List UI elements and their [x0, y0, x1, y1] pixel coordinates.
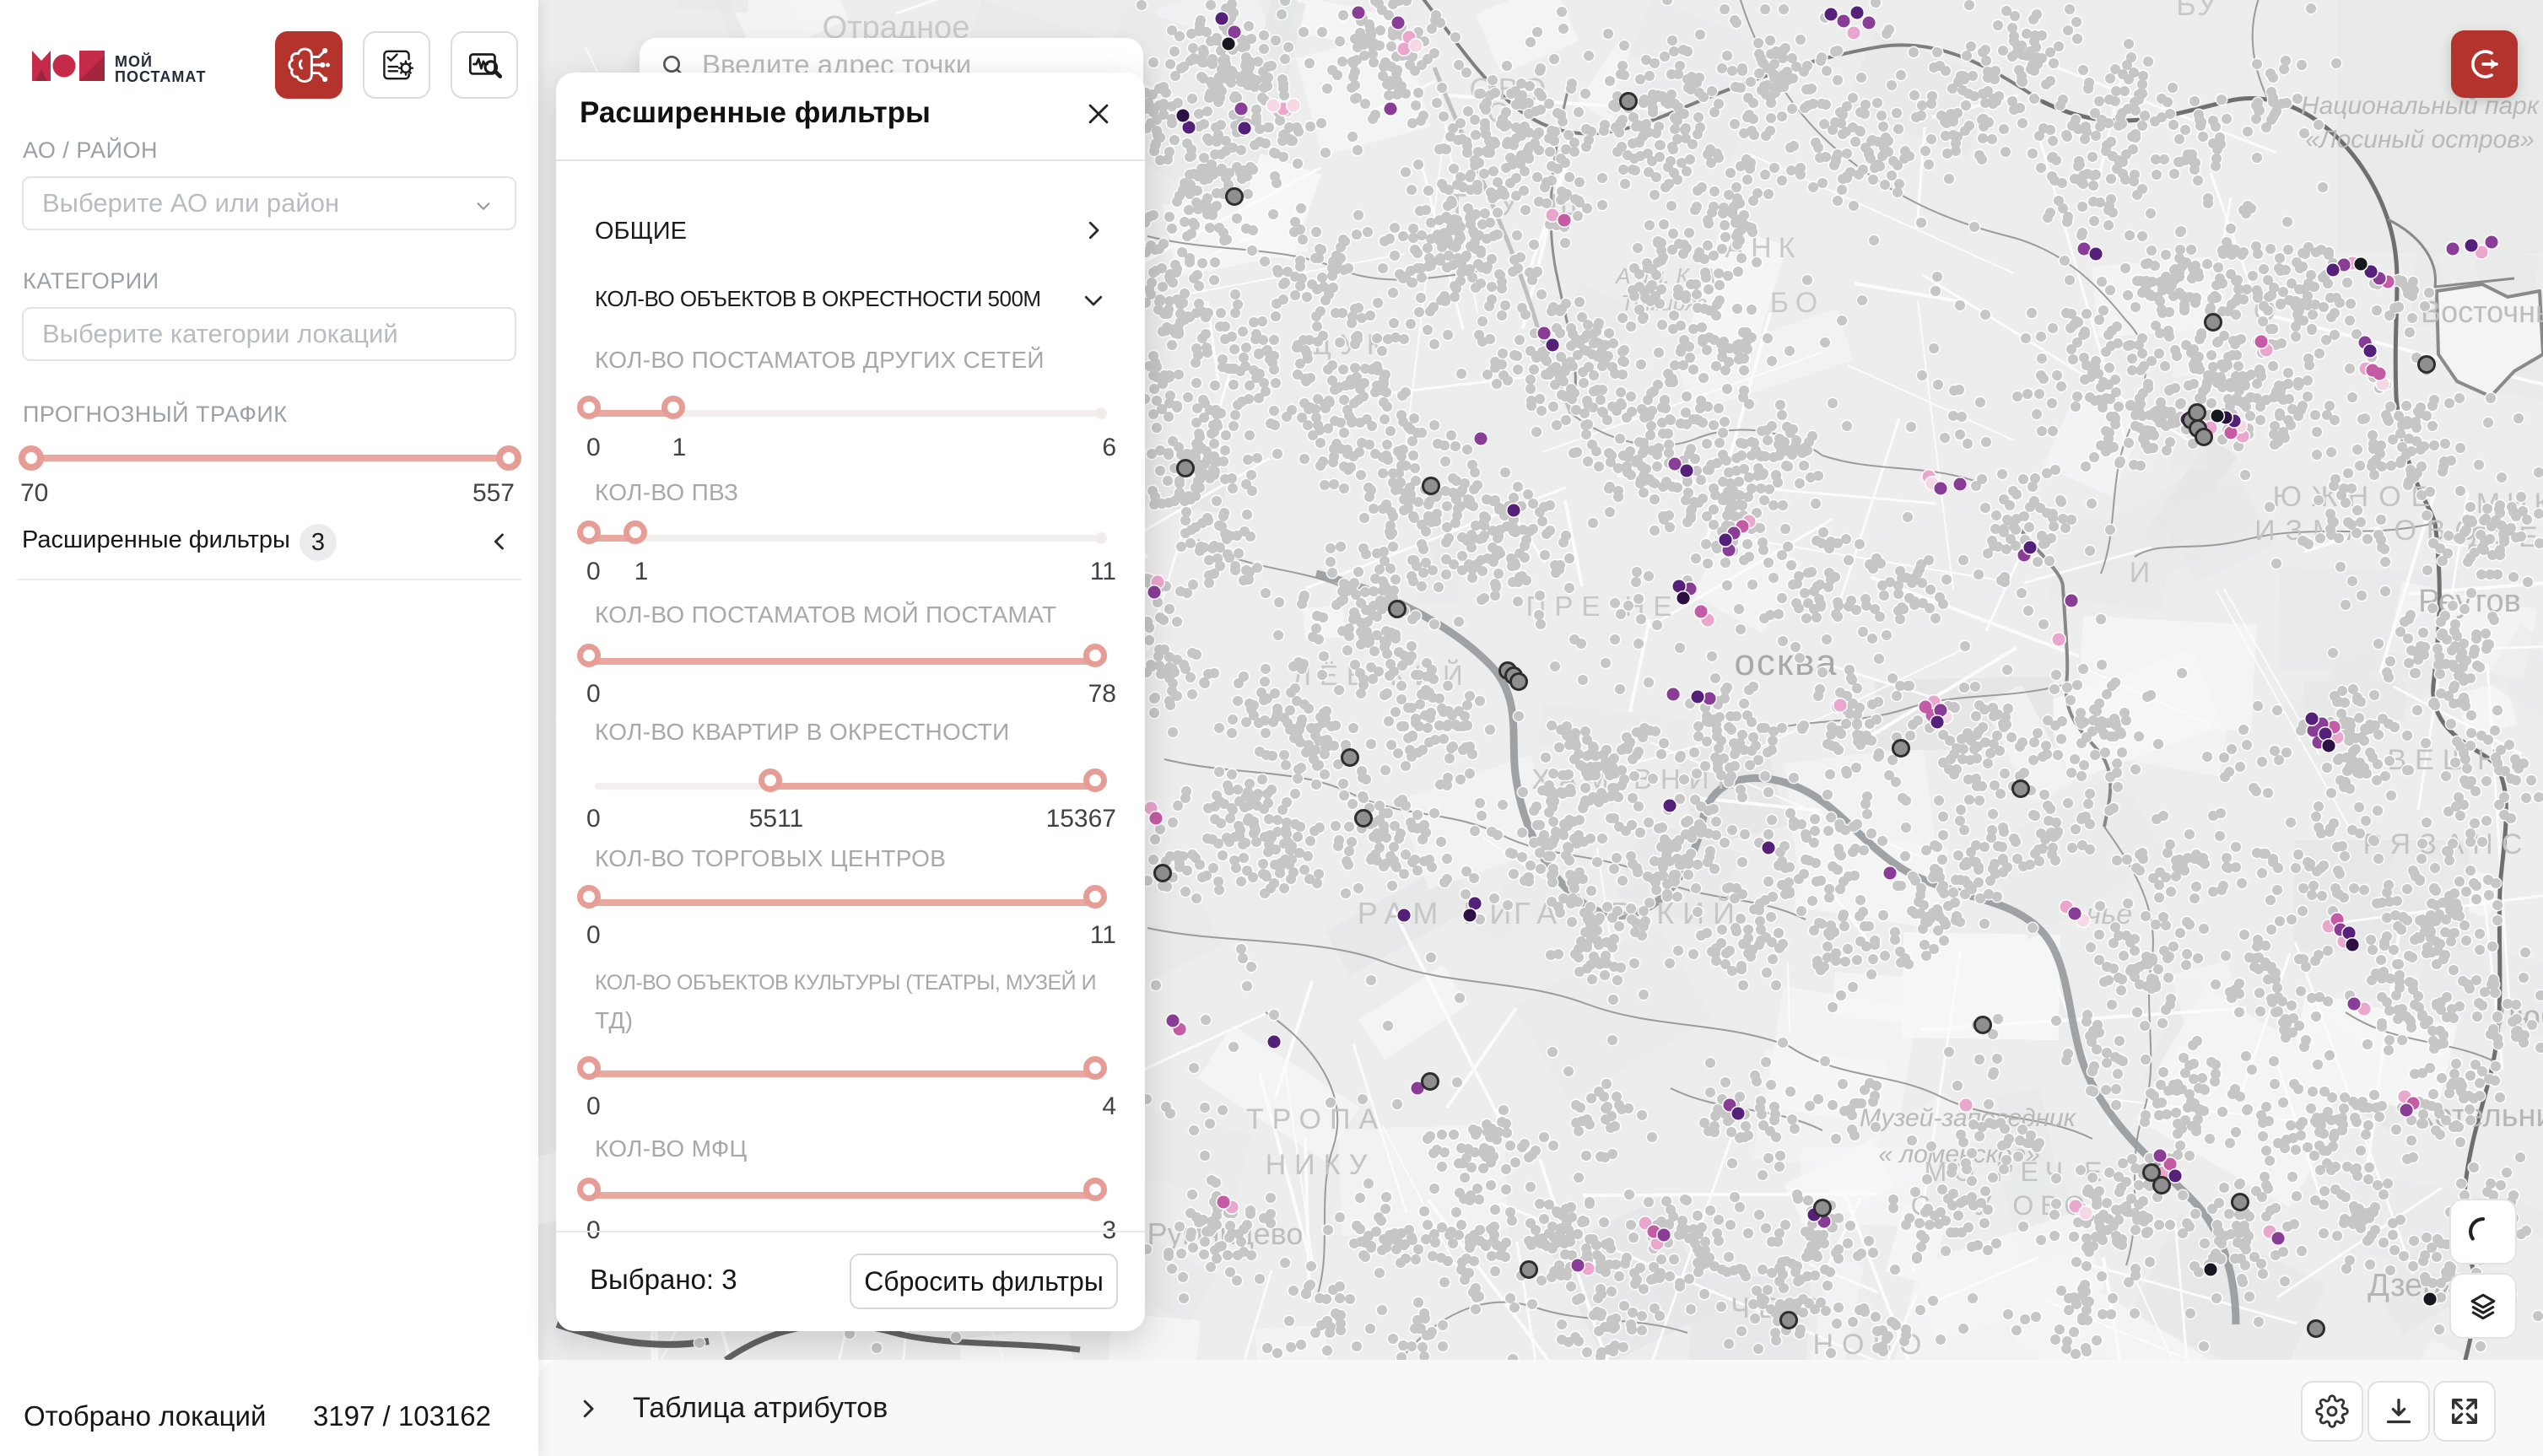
svg-text:МОЙ: МОЙ — [115, 52, 153, 70]
svg-text:«Лосиный остров»: «Лосиный остров» — [2305, 126, 2534, 154]
svg-text:НИКУ: НИКУ — [1266, 1149, 1376, 1181]
svg-text:БУ: БУ — [2176, 0, 2218, 22]
svg-text:И: И — [2130, 557, 2157, 589]
svg-text:Восточны: Восточны — [2421, 294, 2543, 329]
svg-text:ПОСТАМАТ: ПОСТАМАТ — [115, 68, 206, 83]
svg-text:БО: БО — [1770, 287, 1824, 319]
svg-text:ПРЕ НЕ: ПРЕ НЕ — [1526, 590, 1681, 622]
svg-text:ТРОПА: ТРОПА — [1246, 1103, 1386, 1135]
